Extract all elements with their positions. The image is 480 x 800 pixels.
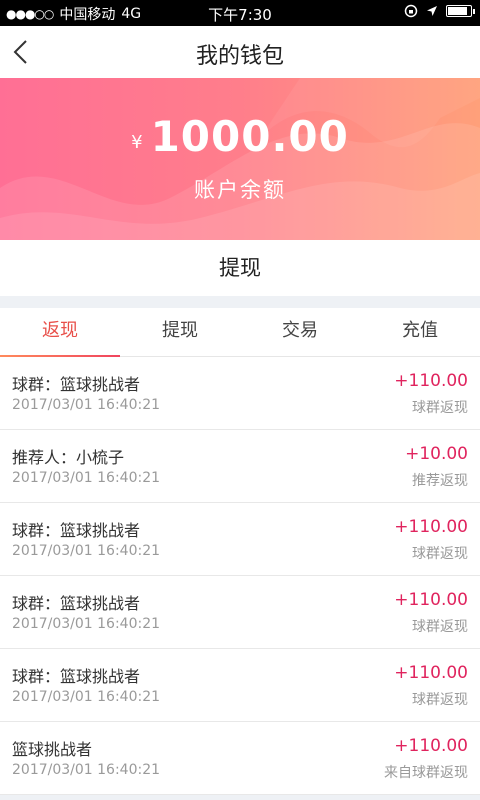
- record-type: 推荐返现: [412, 473, 468, 489]
- rotation-lock-icon: [404, 4, 418, 18]
- record-list: 球群：篮球挑战者 2017/03/01 16:40:21 +110.00 球群返…: [0, 357, 480, 795]
- balance-label: 账户余额: [194, 178, 286, 202]
- tab-cashback[interactable]: 返现: [0, 308, 120, 357]
- record-amount: +110.00: [394, 736, 468, 756]
- record-time: 2017/03/01 16:40:21: [12, 470, 161, 486]
- record-type: 球群返现: [412, 692, 468, 708]
- record-time: 2017/03/01 16:40:21: [12, 543, 161, 559]
- list-item[interactable]: 球群：篮球挑战者 2017/03/01 16:40:21 +110.00 球群返…: [0, 649, 480, 722]
- record-amount: +10.00: [405, 444, 468, 464]
- record-title: 推荐人：小梳子: [12, 448, 125, 467]
- record-amount: +110.00: [394, 590, 468, 610]
- record-time: 2017/03/01 16:40:21: [12, 397, 161, 413]
- record-title: 篮球挑战者: [12, 740, 93, 759]
- record-title: 球群：篮球挑战者: [12, 521, 141, 540]
- battery-icon: [446, 5, 475, 17]
- record-amount: +110.00: [394, 371, 468, 391]
- list-item[interactable]: 球群：篮球挑战者 2017/03/01 16:40:21 +110.00 球群返…: [0, 576, 480, 649]
- status-right: [404, 4, 475, 18]
- record-time: 2017/03/01 16:40:21: [12, 689, 161, 705]
- tab-transaction[interactable]: 交易: [240, 308, 360, 356]
- record-tabs: 返现 提现 交易 充值: [0, 308, 480, 357]
- record-time: 2017/03/01 16:40:21: [12, 616, 161, 632]
- status-bar: ●●●○○ 中国移动 4G 下午7:30: [0, 0, 480, 26]
- list-item[interactable]: 球群：篮球挑战者 2017/03/01 16:40:21 +110.00 球群返…: [0, 357, 480, 430]
- page-title: 我的钱包: [195, 44, 284, 69]
- record-amount: +110.00: [394, 663, 468, 683]
- list-item[interactable]: 篮球挑战者 2017/03/01 16:40:21 +110.00 来自球群返现: [0, 722, 480, 795]
- balance-amount: 1000.00: [150, 112, 349, 161]
- record-type: 球群返现: [412, 400, 468, 416]
- tab-withdraw[interactable]: 提现: [120, 308, 240, 356]
- record-type: 球群返现: [412, 546, 468, 562]
- balance-display: ¥1000.00: [0, 112, 480, 161]
- record-amount: +110.00: [394, 517, 468, 537]
- record-type: 球群返现: [412, 619, 468, 635]
- record-type: 来自球群返现: [384, 765, 468, 781]
- record-time: 2017/03/01 16:40:21: [12, 762, 161, 778]
- nav-bar: 我的钱包: [0, 26, 480, 78]
- withdraw-button[interactable]: 提现: [0, 240, 480, 296]
- location-arrow-icon: [427, 6, 437, 16]
- list-item[interactable]: 推荐人：小梳子 2017/03/01 16:40:21 +10.00 推荐返现: [0, 430, 480, 503]
- record-title: 球群：篮球挑战者: [12, 375, 141, 394]
- record-title: 球群：篮球挑战者: [12, 667, 141, 686]
- tab-recharge[interactable]: 充值: [360, 308, 480, 356]
- record-title: 球群：篮球挑战者: [12, 594, 141, 613]
- currency-symbol: ¥: [131, 132, 143, 153]
- list-item[interactable]: 球群：篮球挑战者 2017/03/01 16:40:21 +110.00 球群返…: [0, 503, 480, 576]
- balance-banner: ¥1000.00 账户余额: [0, 78, 480, 240]
